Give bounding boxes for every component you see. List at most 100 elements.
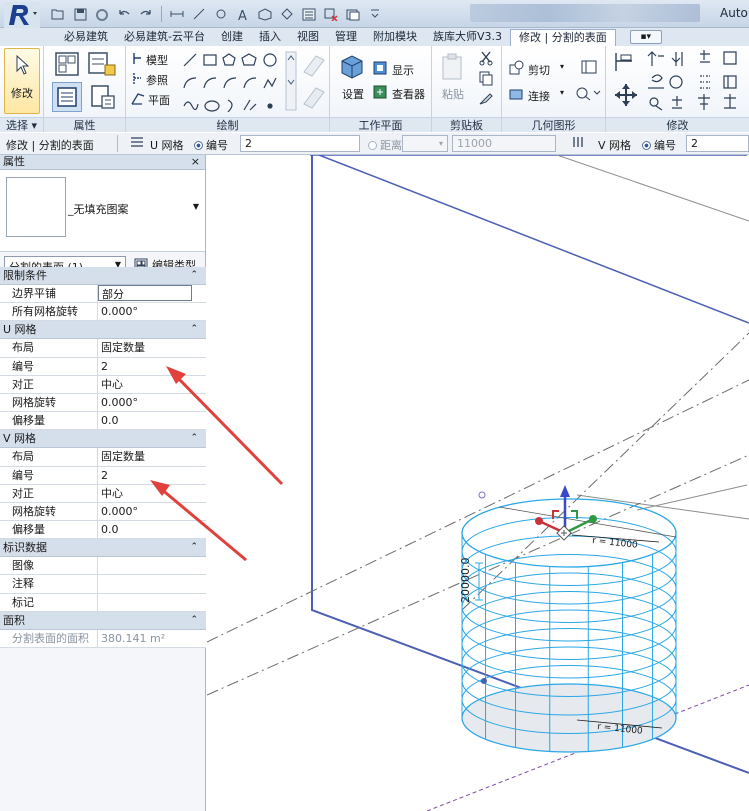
v-number-input[interactable]: 2 (686, 135, 749, 152)
section-header[interactable]: 面积 ⌃ (0, 611, 206, 630)
property-value[interactable] (98, 594, 206, 611)
modify-button[interactable]: 修改 (4, 48, 40, 114)
plane-icon[interactable] (130, 92, 146, 106)
close-icon[interactable]: × (191, 155, 200, 169)
measure-icon[interactable] (167, 4, 187, 24)
type-properties-icon[interactable] (52, 50, 82, 78)
section-header[interactable]: 限制条件 ⌃ (0, 267, 206, 285)
property-value[interactable]: 2 (98, 467, 206, 484)
distance-radio[interactable]: 距离 (368, 137, 402, 153)
property-value[interactable]: 中心 (98, 376, 206, 393)
customize-qat-icon[interactable] (365, 4, 385, 24)
property-value[interactable]: 0.000° (98, 503, 206, 520)
paste-label[interactable]: 粘贴 (442, 86, 464, 102)
save-icon[interactable] (70, 4, 90, 24)
collapse-chevron-icon[interactable]: ⌃ (190, 267, 198, 284)
control-point-icon[interactable] (478, 491, 486, 499)
tab-manage[interactable]: 管理 (327, 29, 365, 46)
section-header[interactable]: 标识数据 ⌃ (0, 539, 206, 558)
tab-biyi-architecture[interactable]: 必易建筑 (56, 29, 116, 46)
property-value[interactable] (98, 557, 206, 574)
app-menu-button[interactable] (4, 2, 40, 28)
close-hidden-icon[interactable] (321, 4, 341, 24)
tab-biyi-cloud[interactable]: 必易建筑-云平台 (116, 29, 213, 46)
3d-view-icon[interactable] (255, 4, 275, 24)
cut-geometry-label[interactable]: 剪切 (528, 62, 550, 78)
join-geometry-icon[interactable] (508, 86, 524, 102)
3d-view-canvas[interactable]: 20000.0 r = 11000 r = 11000 (207, 155, 749, 811)
reference-line-icon[interactable] (132, 72, 144, 86)
match-properties-icon[interactable] (478, 90, 494, 106)
distance-input[interactable]: 11000 (452, 135, 556, 152)
select-panel-label[interactable]: 选择 ▾ (0, 117, 43, 132)
dimension-icon[interactable] (189, 4, 209, 24)
cut-dropdown-icon[interactable]: ▾ (560, 62, 564, 71)
draw-tools-grid[interactable] (180, 50, 326, 112)
text-icon[interactable]: A (233, 4, 253, 24)
divided-surface-cylinder[interactable] (461, 498, 677, 753)
collapse-chevron-icon[interactable]: ⌃ (190, 430, 198, 447)
section-icon[interactable] (277, 4, 297, 24)
draw-reference-label[interactable]: 参照 (146, 72, 168, 88)
wall-joins-icon[interactable] (580, 58, 598, 76)
tab-insert[interactable]: 插入 (251, 29, 289, 46)
move-icon[interactable] (614, 82, 638, 108)
property-value[interactable] (98, 575, 206, 592)
model-line-icon[interactable] (132, 52, 144, 66)
draw-model-label[interactable]: 模型 (146, 52, 168, 68)
viewer-icon[interactable] (372, 84, 388, 100)
property-value[interactable]: 固定数量 (98, 339, 206, 356)
collapse-chevron-icon[interactable]: ⌃ (190, 539, 198, 556)
property-value[interactable]: 0.0 (98, 412, 206, 429)
reference-point-icon[interactable] (481, 678, 487, 684)
u-number-radio[interactable]: 编号 (194, 137, 228, 153)
top-radius-text[interactable]: r = 11000 (592, 536, 639, 551)
tab-view[interactable]: 视图 (289, 29, 327, 46)
collapse-chevron-icon[interactable]: ⌃ (190, 321, 198, 338)
switch-window-icon[interactable] (343, 4, 363, 24)
u-grid-icon[interactable] (130, 136, 144, 151)
v-number-radio[interactable]: 编号 (642, 137, 676, 153)
cut-geometry-icon[interactable] (508, 60, 524, 76)
show-workplane-icon[interactable] (372, 60, 388, 76)
sync-icon[interactable] (92, 4, 112, 24)
height-dimension[interactable]: 20000.0 (459, 558, 483, 604)
tab-create[interactable]: 创建 (213, 29, 251, 46)
copy-icon[interactable] (478, 70, 494, 86)
open-icon[interactable] (48, 4, 68, 24)
origin-gizmo[interactable] (535, 485, 597, 541)
property-value[interactable]: 中心 (98, 485, 206, 502)
join-dropdown-icon[interactable]: ▾ (560, 88, 564, 97)
thin-lines-icon[interactable] (299, 4, 319, 24)
drawing-area[interactable]: 20000.0 r = 11000 r = 11000 (207, 155, 749, 811)
paste-icon[interactable] (438, 52, 466, 82)
draw-plane-label[interactable]: 平面 (148, 92, 170, 108)
set-workplane-icon[interactable] (338, 52, 366, 80)
property-value[interactable]: 2 (98, 358, 206, 375)
tag-icon[interactable] (211, 4, 231, 24)
property-value[interactable]: 0.0 (98, 521, 206, 538)
section-header[interactable]: V 网格 ⌃ (0, 430, 206, 449)
set-label[interactable]: 设置 (342, 86, 364, 102)
reference-plane[interactable] (310, 155, 749, 774)
property-value[interactable]: 0.000° (98, 394, 206, 411)
ribbon-minimize-button[interactable]: ▪▾ (629, 30, 662, 44)
section-header[interactable]: U 网格 ⌃ (0, 321, 206, 340)
type-selector[interactable]: _无填充图案 ▼ (0, 170, 205, 252)
u-number-input[interactable]: 2 (240, 135, 360, 152)
tab-family-master[interactable]: 族库大师V3.3 (425, 29, 510, 46)
family-category-icon[interactable] (88, 82, 118, 112)
v-grid-icon[interactable] (572, 136, 586, 151)
join-geometry-label[interactable]: 连接 (528, 88, 550, 104)
properties-toggle-icon[interactable] (52, 82, 82, 112)
property-value[interactable]: 固定数量 (98, 448, 206, 465)
top-radius-dimension[interactable]: r = 11000 (571, 534, 660, 551)
property-value[interactable]: 部分 (98, 285, 192, 302)
distance-unit-select[interactable]: ▾ (402, 135, 448, 152)
viewer-label[interactable]: 查看器 (392, 86, 425, 102)
chevron-down-icon[interactable]: ▼ (193, 202, 199, 211)
tab-addins[interactable]: 附加模块 (365, 29, 425, 46)
split-face-icon[interactable] (574, 84, 602, 102)
height-dimension-text[interactable]: 20000.0 (459, 558, 472, 604)
cut-icon[interactable] (478, 50, 494, 66)
